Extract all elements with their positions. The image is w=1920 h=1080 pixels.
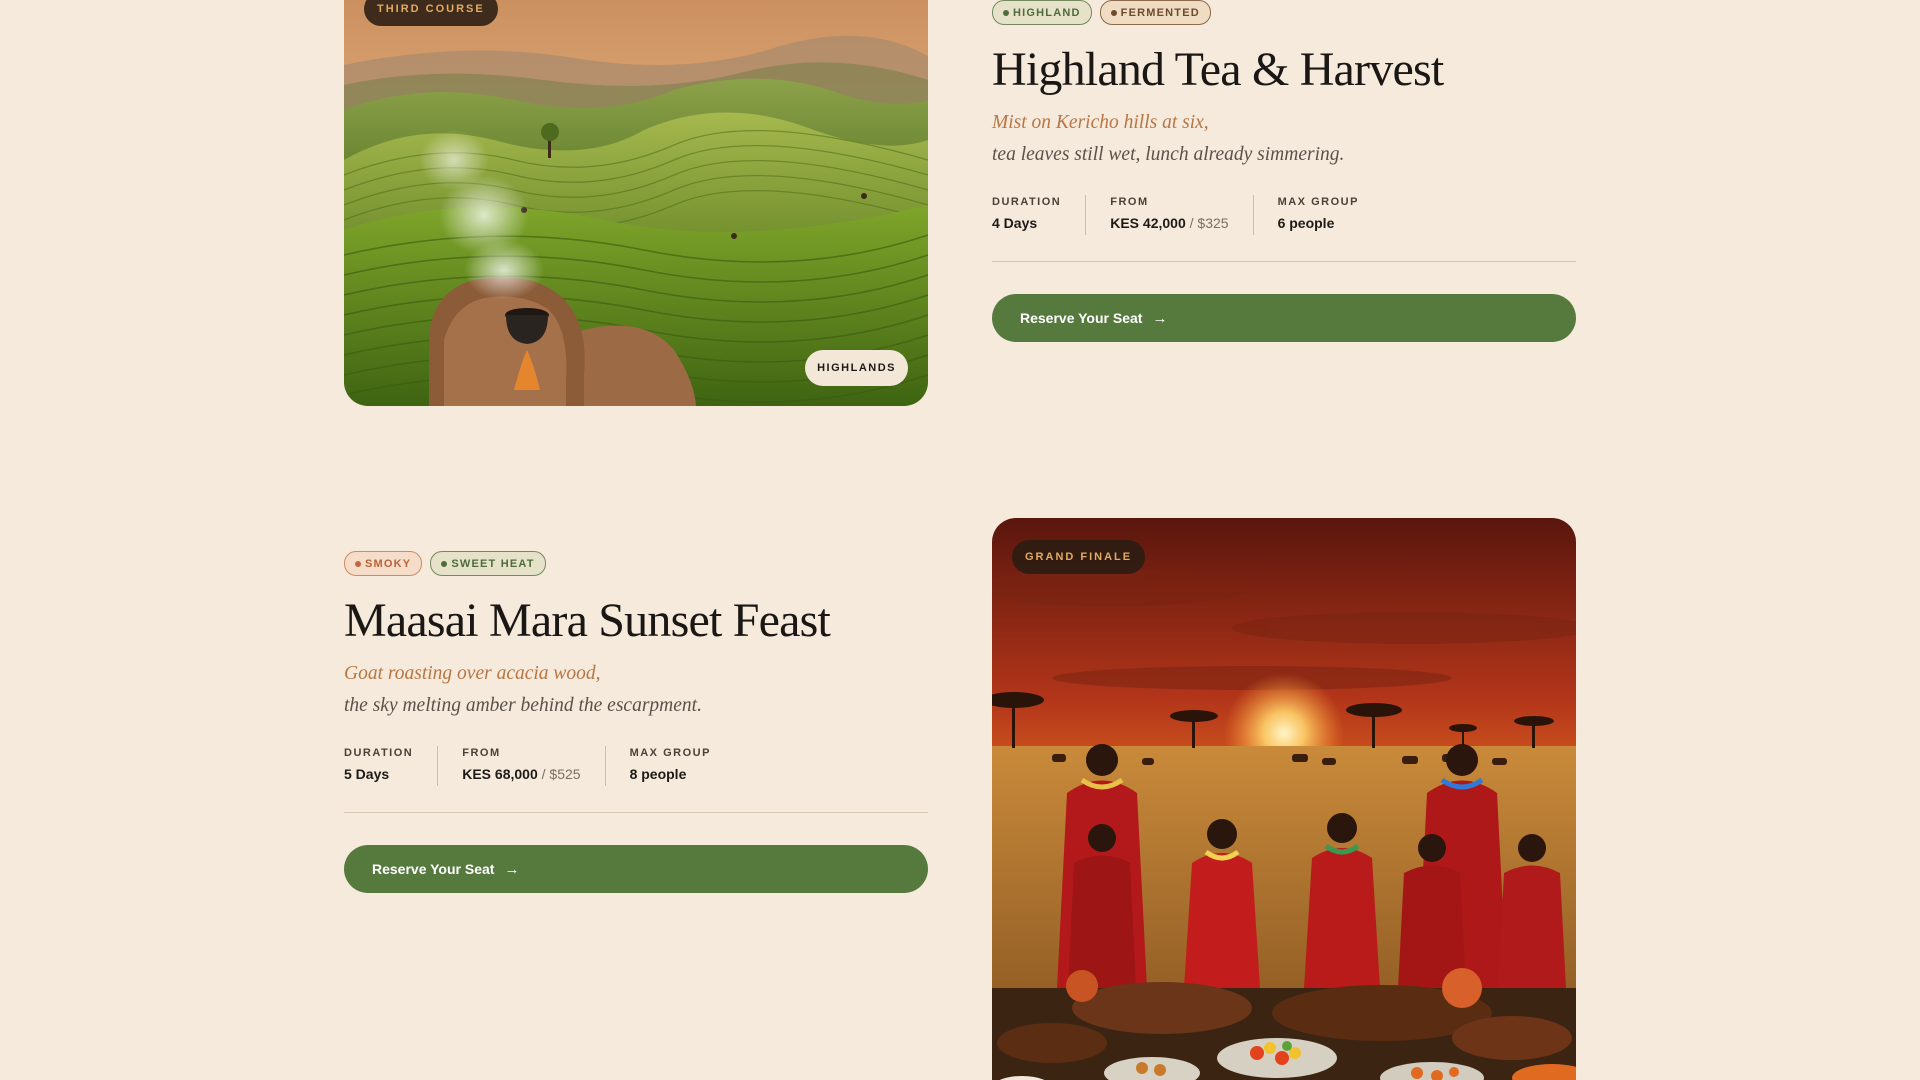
stat-label: MAX GROUP <box>629 747 711 760</box>
tagline-accent: Mist on Kericho hills at six, <box>992 112 1209 134</box>
stat-price: FROM KES 68,000 / $525 <box>437 746 604 787</box>
stat-label: MAX GROUP <box>1277 196 1359 209</box>
region-badge: HIGHLANDS <box>805 350 908 386</box>
stat-value: KES 68,000 / $525 <box>462 765 580 783</box>
highland-tea-info: HIGHLAND FERMENTED Highland Tea & Harves… <box>992 0 1576 343</box>
price-kes: KES 42,000 <box>1110 215 1186 232</box>
course-title: Highland Tea & Harvest <box>992 43 1444 96</box>
reserve-seat-button[interactable]: Reserve Your Seat → <box>344 845 928 894</box>
course-badge: THIRD COURSE <box>364 0 498 26</box>
tag-sweet-heat: SWEET HEAT <box>430 551 546 576</box>
stat-label: FROM <box>1110 196 1149 209</box>
dot-icon <box>1110 9 1117 16</box>
stat-value: 4 Days <box>992 215 1038 232</box>
tag-list: SMOKY SWEET HEAT <box>344 551 928 576</box>
button-label: Reserve Your Seat <box>372 861 495 878</box>
stat-value: 6 people <box>1277 215 1335 232</box>
tag-label: SWEET HEAT <box>451 557 535 570</box>
dot-icon <box>441 560 448 567</box>
stat-label: DURATION <box>992 196 1062 209</box>
arrow-right-icon: → <box>1152 309 1168 327</box>
price-kes: KES 68,000 <box>462 766 538 783</box>
tag-label: FERMENTED <box>1120 6 1200 19</box>
dot-icon <box>1003 9 1009 16</box>
stat-value: 8 people <box>629 766 687 783</box>
stat-duration: DURATION 5 Days <box>344 746 437 786</box>
tagline-accent: Goat roasting over acacia wood, <box>344 663 601 685</box>
tagline: tea leaves still wet, lunch already simm… <box>992 144 1345 166</box>
maasai-feast-image-card[interactable]: GRAND FINALE <box>992 518 1576 1080</box>
button-label: Reserve Your Seat <box>1020 310 1143 327</box>
tag-smoky: SMOKY <box>344 551 423 576</box>
maasai-mara-info: SMOKY SWEET HEAT Maasai Mara Sunset Feas… <box>344 551 928 894</box>
stats-row: DURATION 5 Days FROM KES 68,000 / $525 M… <box>344 746 928 787</box>
divider <box>992 261 1576 263</box>
stat-duration: DURATION 4 Days <box>992 195 1085 235</box>
dot-icon <box>355 560 361 567</box>
tea-hills-photo <box>344 0 928 406</box>
tag-list: HIGHLAND FERMENTED <box>992 0 1576 25</box>
tag-fermented: FERMENTED <box>1099 0 1211 25</box>
divider <box>344 812 928 814</box>
tag-label: SMOKY <box>365 557 412 570</box>
stat-label: DURATION <box>344 747 414 760</box>
tea-hills-image-card[interactable]: THIRD COURSE HIGHLANDS <box>344 0 928 406</box>
course-badge: GRAND FINALE <box>1012 540 1146 574</box>
stat-group: MAX GROUP 8 people <box>604 746 735 787</box>
tag-label: HIGHLAND <box>1013 6 1081 19</box>
price-usd: / $525 <box>541 766 581 783</box>
arrow-right-icon: → <box>504 860 520 878</box>
tagline: the sky melting amber behind the escarpm… <box>344 695 702 717</box>
stat-group: MAX GROUP 6 people <box>1252 195 1383 236</box>
page: THIRD COURSE HIGHLANDS HIGHLAND FERMENTE… <box>0 0 1920 1080</box>
stat-label: FROM <box>462 747 501 760</box>
stat-price: FROM KES 42,000 / $325 <box>1085 195 1252 236</box>
course-title: Maasai Mara Sunset Feast <box>344 594 831 647</box>
stat-value: 5 Days <box>344 766 390 783</box>
reserve-seat-button[interactable]: Reserve Your Seat → <box>992 294 1576 343</box>
sunset-feast-photo <box>992 518 1576 1080</box>
tag-highland: HIGHLAND <box>992 0 1092 25</box>
price-usd: / $325 <box>1189 215 1229 232</box>
stats-row: DURATION 4 Days FROM KES 42,000 / $325 M… <box>992 195 1576 236</box>
stat-value: KES 42,000 / $325 <box>1110 214 1228 232</box>
